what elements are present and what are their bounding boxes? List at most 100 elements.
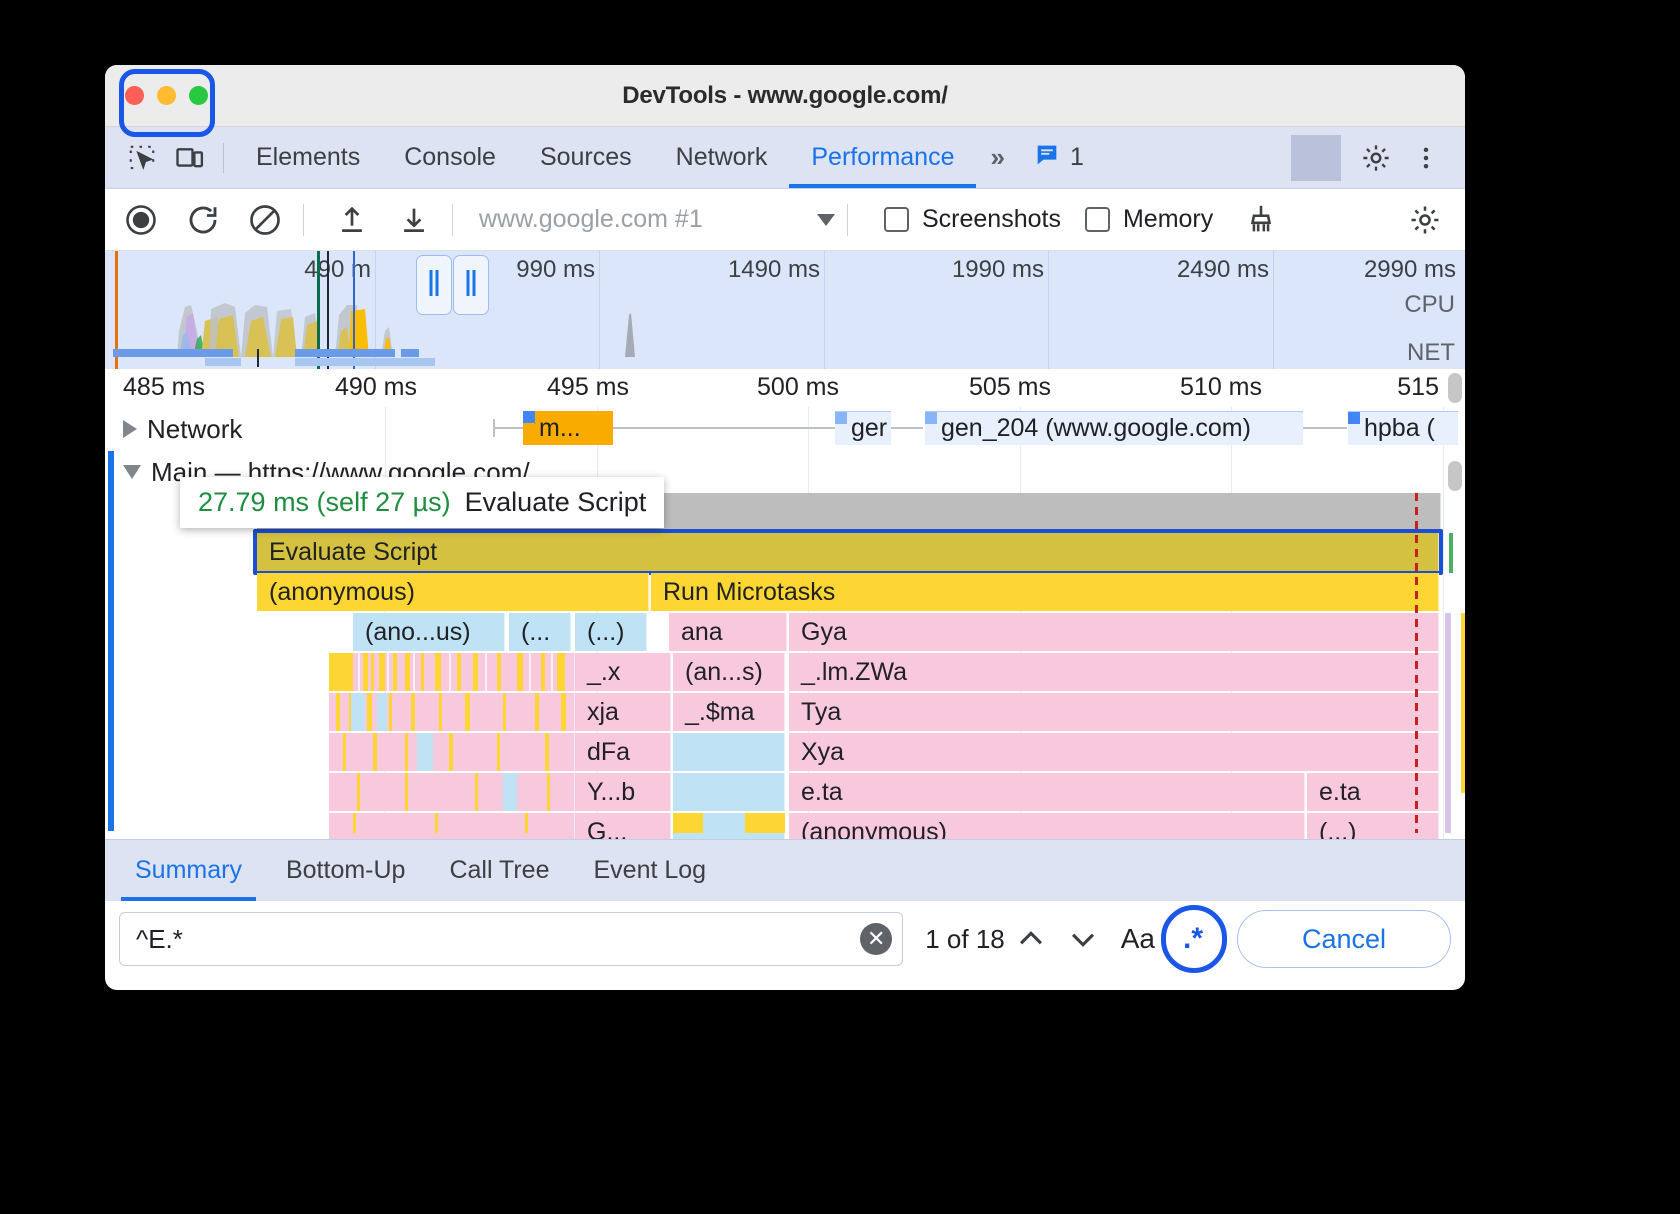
tab-console[interactable]: Console <box>382 127 518 188</box>
timeline-overview[interactable]: 490 m 990 ms 1490 ms 1990 ms 2490 ms 299… <box>105 251 1465 369</box>
flame-bar[interactable]: ana <box>669 613 787 651</box>
toolbar-divider-5 <box>847 204 848 236</box>
flame-bar-label: _.$ma <box>685 698 754 727</box>
flame-bar[interactable]: G... <box>575 813 671 839</box>
network-request-label: gen_204 (www.google.com) <box>925 414 1251 443</box>
flame-bar[interactable]: Run Microtasks <box>651 573 1439 611</box>
flame-bar-label: (anonymous) <box>269 578 415 607</box>
scrollbar-thumb-top[interactable] <box>1448 373 1462 403</box>
tab-summary[interactable]: Summary <box>113 840 264 901</box>
tab-sources[interactable]: Sources <box>518 127 654 188</box>
timeline-tick-2: 495 ms <box>547 373 635 402</box>
request-whisker <box>493 419 495 437</box>
chevron-up-icon[interactable] <box>1005 913 1057 965</box>
flame-bar[interactable]: (anonymous) <box>789 813 1305 839</box>
gear-icon[interactable] <box>1351 135 1401 181</box>
flame-bar[interactable]: Gya <box>789 613 1439 651</box>
flame-chart-rows[interactable]: Task T... Evaluate Script (anonymous) Ru… <box>105 493 1465 833</box>
panel-tabs: Elements Console Sources Network Perform… <box>234 127 976 188</box>
flame-vertical-scrollbar[interactable] <box>1448 373 1462 835</box>
record-icon[interactable] <box>115 197 167 243</box>
match-case-button[interactable]: Aa <box>1109 923 1167 955</box>
trace-selector[interactable]: www.google.com #1 <box>465 205 835 234</box>
flame-bar[interactable]: (ano...us) <box>353 613 505 651</box>
tab-performance[interactable]: Performance <box>789 127 976 188</box>
network-request-bar[interactable]: hpba ( <box>1348 411 1458 445</box>
flame-bar[interactable]: e.ta <box>1307 773 1439 811</box>
flame-bar[interactable] <box>329 773 575 811</box>
regex-button[interactable]: .* <box>1167 913 1219 965</box>
flame-bar[interactable]: Tya <box>789 693 1439 731</box>
overview-tick-1: 990 ms <box>516 256 599 284</box>
flame-bar-label: _.lm.ZWa <box>801 658 907 687</box>
flame-bar[interactable]: _.$ma <box>673 693 785 731</box>
toolbar-divider-2 <box>1291 135 1341 181</box>
flame-bar[interactable] <box>673 773 785 811</box>
tab-call-tree[interactable]: Call Tree <box>427 840 571 901</box>
request-timing-line <box>1303 427 1347 429</box>
device-toolbar-icon[interactable] <box>167 138 213 178</box>
inspect-element-icon[interactable] <box>119 138 165 178</box>
flame-bar[interactable]: (...) <box>575 613 647 651</box>
flame-bar[interactable]: xja <box>575 693 671 731</box>
network-request-bar[interactable]: gen_204 (www.google.com) <box>925 411 1303 445</box>
flame-bar[interactable] <box>329 693 575 731</box>
flame-bar[interactable] <box>329 733 575 771</box>
search-input[interactable]: ^E.* ✕ <box>119 912 903 966</box>
tab-network[interactable]: Network <box>654 127 790 188</box>
overview-right-handle[interactable] <box>453 255 489 315</box>
flame-bar[interactable]: (... <box>509 613 571 651</box>
flame-bar[interactable]: dFa <box>575 733 671 771</box>
flame-bar[interactable] <box>673 733 785 771</box>
flame-bar[interactable]: e.ta <box>789 773 1305 811</box>
request-priority-square <box>523 411 535 423</box>
timeline-tick-0: 485 ms <box>123 373 211 402</box>
overview-track-labels: CPU NET <box>1404 281 1455 369</box>
upload-icon[interactable] <box>326 197 378 243</box>
cancel-button[interactable]: Cancel <box>1237 910 1451 968</box>
scrollbar-thumb[interactable] <box>1448 461 1462 491</box>
flame-bar[interactable]: Y...b <box>575 773 671 811</box>
tab-bottom-up[interactable]: Bottom-Up <box>264 840 427 901</box>
overview-left-handle[interactable] <box>416 255 452 315</box>
clear-input-icon[interactable]: ✕ <box>860 923 892 955</box>
download-icon[interactable] <box>388 197 440 243</box>
network-overview-band <box>105 347 1465 369</box>
chevron-down-icon <box>817 214 835 226</box>
kebab-menu-icon[interactable] <box>1401 135 1451 181</box>
flame-bar[interactable] <box>329 813 575 839</box>
flame-bar[interactable]: Xya <box>789 733 1439 771</box>
flame-bar-selected[interactable]: Evaluate Script <box>257 533 1439 571</box>
chevron-down-icon[interactable] <box>123 465 141 479</box>
memory-checkbox[interactable]: Memory <box>1085 205 1213 234</box>
chevron-down-icon[interactable] <box>1057 913 1109 965</box>
toolbar-divider-4 <box>452 204 453 236</box>
screenshots-checkbox[interactable]: Screenshots <box>884 205 1061 234</box>
overview-net-label: NET <box>1404 329 1455 369</box>
clear-icon[interactable] <box>239 197 291 243</box>
chevron-right-icon[interactable] <box>123 420 137 438</box>
flame-bar[interactable]: _.lm.ZWa <box>789 653 1439 691</box>
issues-counter[interactable]: 1 <box>1019 141 1098 174</box>
flame-bar-label: _.x <box>587 658 620 687</box>
tab-elements[interactable]: Elements <box>234 127 382 188</box>
capture-settings-gear-icon[interactable] <box>1399 197 1451 243</box>
more-tabs-icon[interactable]: » <box>976 142 1018 173</box>
reload-and-record-icon[interactable] <box>177 197 229 243</box>
network-request-bar[interactable]: m... <box>523 411 613 445</box>
memory-label: Memory <box>1123 205 1213 234</box>
network-request-bar[interactable]: ger <box>835 411 891 445</box>
flame-bar[interactable] <box>673 813 785 839</box>
flame-bar[interactable]: _.x <box>575 653 671 691</box>
flame-bar[interactable] <box>329 653 575 691</box>
tab-event-log[interactable]: Event Log <box>572 840 729 901</box>
network-request-label: hpba ( <box>1348 414 1435 443</box>
collect-garbage-icon[interactable] <box>1235 197 1287 243</box>
network-track-header[interactable]: Network m... ger gen_204 (www.google.com… <box>105 407 1465 451</box>
toolbar-divider <box>223 143 224 173</box>
flame-chart-area[interactable]: 485 ms 490 ms 495 ms 500 ms 505 ms 510 m… <box>105 369 1465 839</box>
flame-bar[interactable]: (anonymous) <box>257 573 649 611</box>
flame-bar[interactable]: (an...s) <box>673 653 785 691</box>
flame-bar[interactable]: (...) <box>1307 813 1439 839</box>
tabbar-right-actions <box>1281 135 1465 181</box>
